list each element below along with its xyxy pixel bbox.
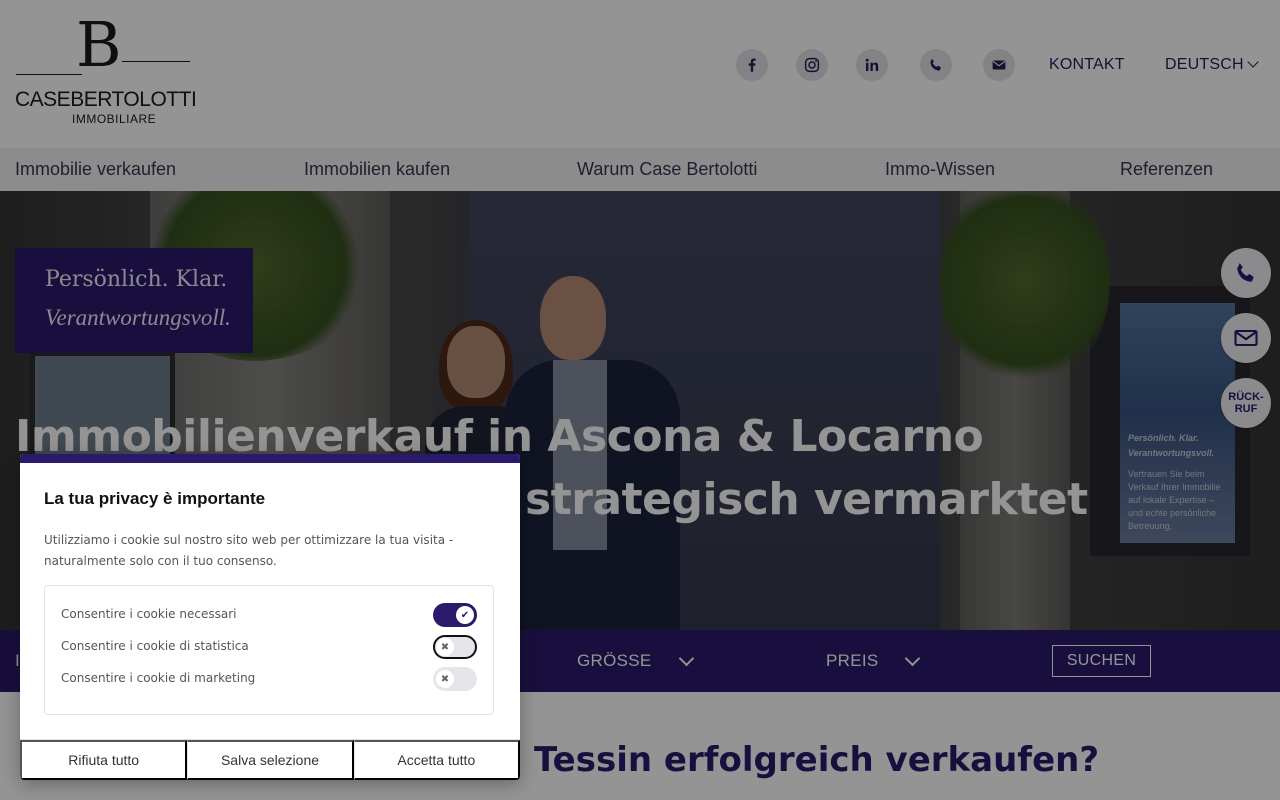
- cookie-consent-dialog: La tua privacy è importante Utilizziamo …: [20, 454, 520, 780]
- statistics-cookies-toggle[interactable]: ✖: [433, 635, 477, 659]
- save-selection-button[interactable]: Salva selezione: [187, 740, 354, 780]
- cookie-option-label: Consentire i cookie di statistica: [61, 639, 249, 653]
- cookie-options: Consentire i cookie necessari ✔ Consenti…: [44, 585, 494, 715]
- accept-all-button[interactable]: Accetta tutto: [353, 740, 520, 780]
- dialog-actions: Rifiuta tutto Salva selezione Accetta tu…: [20, 739, 520, 780]
- dialog-title: La tua privacy è importante: [44, 489, 266, 508]
- necessary-cookies-toggle[interactable]: ✔: [433, 603, 477, 627]
- marketing-cookies-toggle[interactable]: ✖: [433, 667, 477, 691]
- dialog-description: Utilizziamo i cookie sul nostro sito web…: [44, 533, 454, 568]
- cookie-option-label: Consentire i cookie di marketing: [61, 671, 256, 685]
- dialog-accent-bar: [20, 454, 520, 463]
- cookie-option-statistics: Consentire i cookie di statistica ✖: [61, 635, 481, 659]
- close-icon: ✖: [436, 670, 454, 688]
- reject-all-button[interactable]: Rifiuta tutto: [20, 740, 188, 780]
- cookie-option-label: Consentire i cookie necessari: [61, 607, 237, 621]
- cookie-option-necessary: Consentire i cookie necessari ✔: [61, 603, 481, 627]
- cookie-option-marketing: Consentire i cookie di marketing ✖: [61, 667, 481, 691]
- check-icon: ✔: [456, 606, 474, 624]
- close-icon: ✖: [436, 638, 454, 656]
